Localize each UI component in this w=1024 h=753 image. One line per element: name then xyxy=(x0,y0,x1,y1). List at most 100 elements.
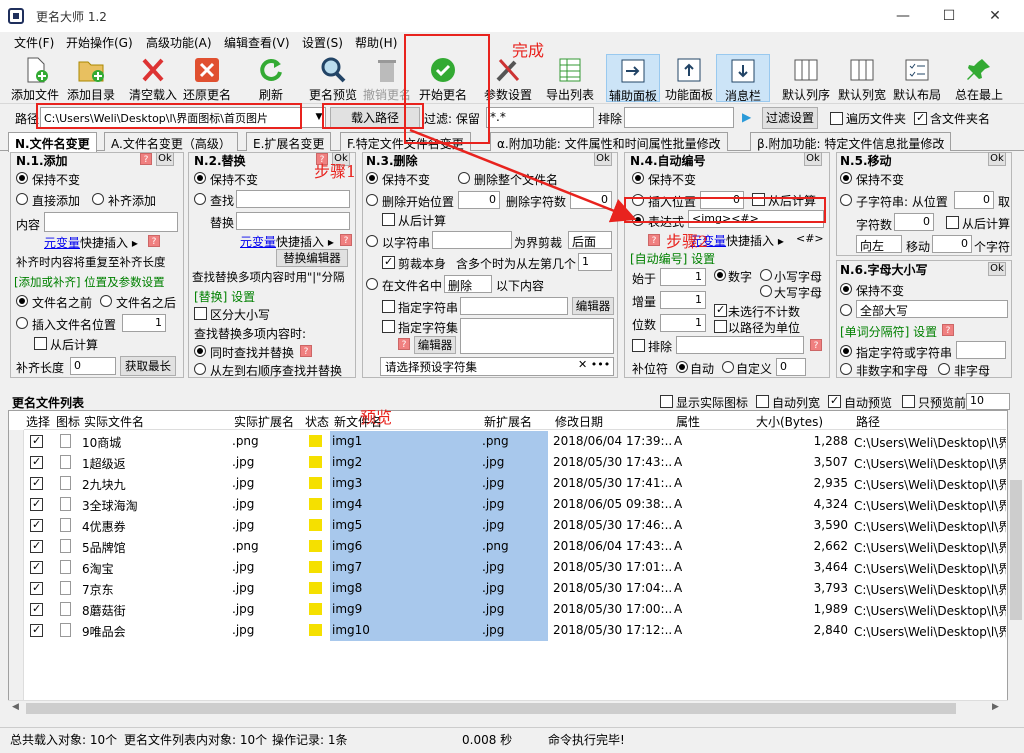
pad-add-radio[interactable] xyxy=(92,193,104,205)
replace-keep-radio[interactable] xyxy=(194,172,206,184)
horizontal-scroll-thumb[interactable] xyxy=(26,703,956,714)
content-input[interactable] xyxy=(44,212,178,232)
boundary-string-input[interactable] xyxy=(432,231,512,249)
restore-name-button[interactable]: 还原更名 xyxy=(180,54,234,102)
find-radio[interactable] xyxy=(194,193,206,205)
help-icon[interactable]: ? xyxy=(148,235,160,247)
case-keep-radio[interactable] xyxy=(840,283,852,295)
close-button[interactable]: ✕ xyxy=(972,0,1018,32)
same-time-radio[interactable] xyxy=(194,345,206,357)
help-icon[interactable]: ? xyxy=(810,339,822,351)
after-name-radio[interactable] xyxy=(100,295,112,307)
spec-sep-select[interactable] xyxy=(956,341,1006,359)
row-select-checkbox[interactable] xyxy=(30,434,43,448)
table-row[interactable]: 6淘宝 .jpg img7 .jpg 2018/05/30 17:01:...A 3,46… xyxy=(24,557,1006,578)
table-row[interactable]: 1超级返 .jpg img2 .jpg 2018/05/30 17:43:...A 3,5… xyxy=(24,452,1006,473)
row-select-checkbox[interactable] xyxy=(30,560,43,574)
move-amount-stepper[interactable]: 0 xyxy=(932,235,972,253)
preview-count-input[interactable]: 10 xyxy=(966,393,1010,410)
path-unit-checkbox[interactable] xyxy=(714,320,727,333)
lowercase-radio[interactable] xyxy=(760,269,772,281)
digit-radio[interactable] xyxy=(714,269,726,281)
by-string-radio[interactable] xyxy=(366,235,378,247)
table-row[interactable]: 8蘑菇街 .jpg img9 .jpg 2018/05/30 17:00:...A 1,9… xyxy=(24,599,1006,620)
minimize-button[interactable]: — xyxy=(880,0,926,32)
uppercase-radio[interactable] xyxy=(760,285,772,297)
table-row[interactable]: 9唯品会 .jpg img10 .jpg 2018/05/30 17:12:...A 2,… xyxy=(24,620,1006,641)
quick-insert-button[interactable]: 快捷插入 ▸ xyxy=(276,233,334,250)
row-select-checkbox[interactable] xyxy=(30,581,43,595)
cut-self-checkbox[interactable] xyxy=(382,255,395,269)
digits-stepper[interactable]: 1 xyxy=(660,314,706,332)
spec-charset-checkbox[interactable] xyxy=(382,320,395,333)
tab-file-info[interactable]: β.附加功能: 特定文件信息批量修改 xyxy=(750,132,952,151)
help-icon[interactable]: ? xyxy=(300,345,312,357)
col-path[interactable]: 路径 xyxy=(856,413,880,430)
filter-settings-button[interactable]: 过滤设置 xyxy=(762,107,818,129)
replace-input[interactable] xyxy=(236,212,350,230)
insert-pos-radio[interactable] xyxy=(16,317,28,329)
menu-file[interactable]: 文件(F) xyxy=(14,34,54,51)
charset-editor-button[interactable]: 编辑器 xyxy=(414,336,456,354)
aux-panel-button[interactable]: 辅助面板 xyxy=(606,54,660,103)
table-row[interactable]: 4优惠券 .jpg img5 .jpg 2018/05/30 17:46:...A 3,5… xyxy=(24,515,1006,536)
refresh-button[interactable]: 刷新 xyxy=(244,54,298,102)
quick-insert-button[interactable]: 快捷插入 ▸ xyxy=(726,232,784,249)
menu-help[interactable]: 帮助(H) xyxy=(355,34,397,51)
move-count-stepper[interactable]: 0 xyxy=(894,213,934,231)
row-select-checkbox[interactable] xyxy=(30,539,43,553)
spec-string-input[interactable] xyxy=(460,297,568,315)
col-attr[interactable]: 属性 xyxy=(676,413,700,430)
move-ok-button[interactable]: Ok xyxy=(988,152,1006,166)
left-to-right-radio[interactable] xyxy=(194,363,206,375)
charset-textarea[interactable] xyxy=(460,318,614,354)
tab-advanced[interactable]: A.文件名变更（高级） xyxy=(104,132,238,151)
include-folder-checkbox[interactable] xyxy=(914,111,927,125)
clear-icon[interactable]: ✕ ••• xyxy=(578,358,610,371)
default-layout-button[interactable]: 默认布局 xyxy=(890,54,944,102)
delete-start-radio[interactable] xyxy=(366,194,378,206)
case-ok-button[interactable]: Ok xyxy=(988,262,1006,276)
func-panel-button[interactable]: 功能面板 xyxy=(662,54,716,102)
case-checkbox[interactable] xyxy=(194,307,207,320)
col-new-ext[interactable]: 新扩展名 xyxy=(484,413,532,430)
meta-var-link[interactable]: 元变量 xyxy=(240,233,276,250)
col-icon[interactable]: 图标 xyxy=(56,413,80,430)
table-row[interactable]: 10商城 .png img1 .png 2018/06/04 17:39:...A 1,2… xyxy=(24,431,1006,452)
show-icon-checkbox[interactable] xyxy=(660,395,673,408)
scroll-right-icon[interactable]: ▶ xyxy=(992,702,999,712)
fill-custom-stepper[interactable]: 0 xyxy=(776,358,806,376)
default-col-width-button[interactable]: 默认列宽 xyxy=(834,54,890,102)
vertical-scroll-thumb[interactable] xyxy=(1010,480,1022,620)
menu-settings[interactable]: 设置(S) xyxy=(302,34,343,51)
before-name-radio[interactable] xyxy=(16,295,28,307)
move-keep-radio[interactable] xyxy=(840,172,852,184)
spec-string-checkbox[interactable] xyxy=(382,300,395,313)
traverse-folder-checkbox[interactable] xyxy=(830,112,843,125)
col-date[interactable]: 修改日期 xyxy=(555,413,603,430)
maximize-button[interactable]: ☐ xyxy=(926,0,972,32)
insert-pos-stepper[interactable]: 1 xyxy=(122,314,166,332)
menu-edit-view[interactable]: 编辑查看(V) xyxy=(224,34,290,51)
auto-preview-checkbox[interactable] xyxy=(828,394,841,408)
row-select-checkbox[interactable] xyxy=(30,476,43,490)
col-select[interactable]: 选择 xyxy=(26,413,50,430)
always-on-top-button[interactable]: 总在最上 xyxy=(952,54,1006,102)
cut-direction-select[interactable]: 后面 xyxy=(568,231,612,249)
menu-start[interactable]: 开始操作(G) xyxy=(66,34,133,51)
tab-attributes[interactable]: α.附加功能: 文件属性和时间属性批量修改 xyxy=(490,132,728,151)
preview-first-checkbox[interactable] xyxy=(902,395,915,408)
number-token[interactable]: <#> xyxy=(796,232,824,245)
message-bar-button[interactable]: 消息栏 xyxy=(716,54,770,103)
table-row[interactable]: 3全球海淘 .jpg img4 .jpg 2018/06/05 09:38:...A 4,… xyxy=(24,494,1006,515)
col-size[interactable]: 大小(Bytes) xyxy=(756,413,823,430)
help-icon[interactable]: ? xyxy=(140,153,152,165)
delete-all-radio[interactable] xyxy=(458,172,470,184)
delete-start-stepper[interactable]: 0 xyxy=(458,191,500,209)
substring-pos-stepper[interactable]: 0 xyxy=(954,191,994,209)
row-select-checkbox[interactable] xyxy=(30,518,43,532)
nonletter-radio[interactable] xyxy=(938,363,950,375)
rename-preview-button[interactable]: 更名预览 xyxy=(306,54,360,102)
delete-ok-button[interactable]: Ok xyxy=(594,152,612,166)
exclude-num-select[interactable] xyxy=(676,336,804,354)
